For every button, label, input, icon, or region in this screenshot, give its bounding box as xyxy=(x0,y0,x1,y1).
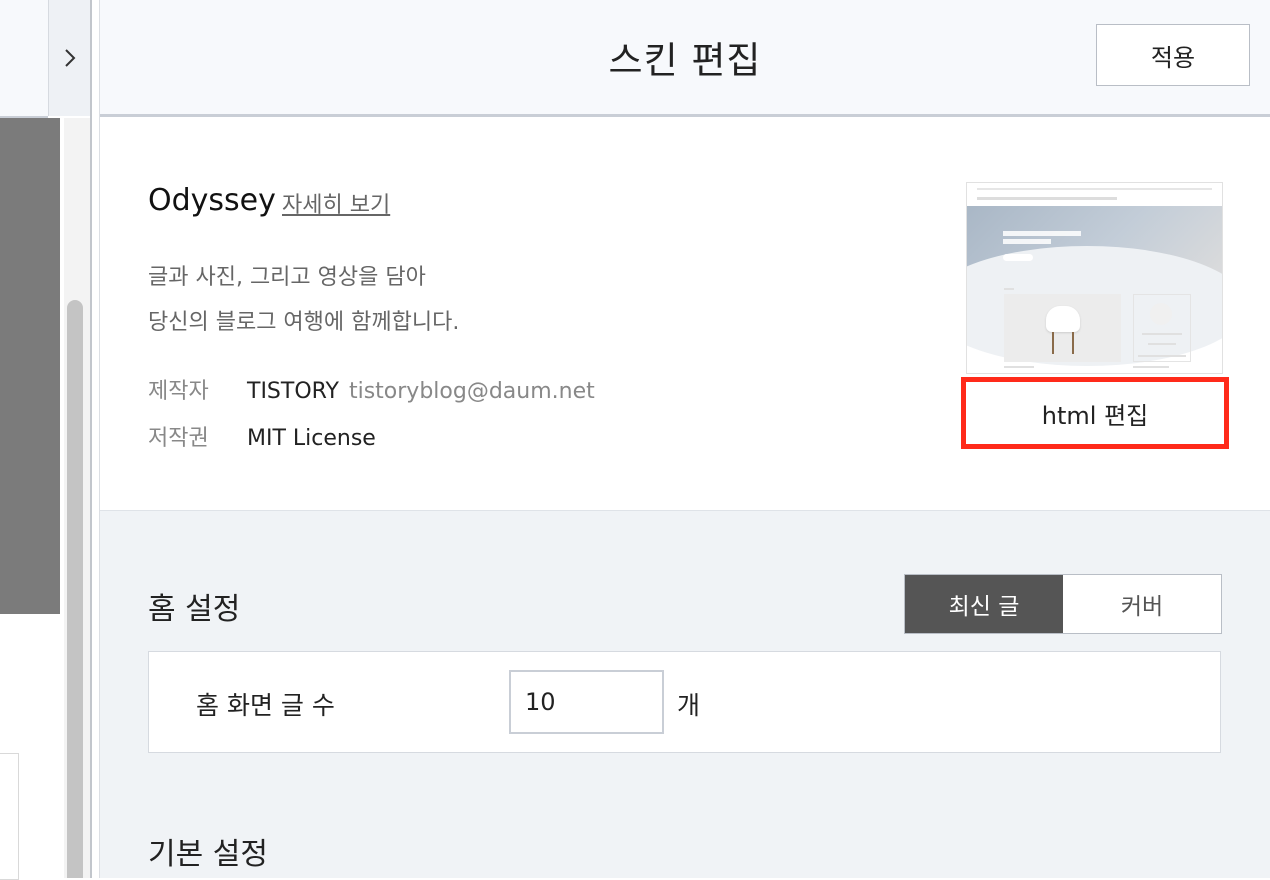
preview-header xyxy=(0,0,48,118)
skin-thumbnail xyxy=(966,182,1223,374)
license-value: MIT License xyxy=(247,426,376,451)
skin-info-section: Odyssey 자세히 보기 글과 사진, 그리고 영상을 담아 당신의 블로그… xyxy=(100,117,1270,511)
thumb-topbar xyxy=(977,188,1212,190)
thumb-line xyxy=(1133,366,1169,368)
license-label: 저작권 xyxy=(148,426,209,451)
thumb-line xyxy=(1004,366,1034,368)
preview-scrollbar-thumb[interactable] xyxy=(67,300,83,878)
author-name: TISTORY xyxy=(247,379,339,404)
thumb-chair-seat xyxy=(1046,306,1080,332)
author-label: 제작자 xyxy=(148,379,209,404)
html-edit-button[interactable]: html 편집 xyxy=(961,377,1229,449)
thumb-hero-text xyxy=(1003,239,1051,244)
thumb-nav xyxy=(977,197,1117,200)
sidebar-toggle-button[interactable] xyxy=(48,0,91,116)
thumb-hero-button xyxy=(1003,254,1033,261)
skin-description-line: 글과 사진, 그리고 영상을 담아 xyxy=(148,265,426,290)
basic-settings-title: 기본 설정 xyxy=(148,837,268,872)
post-count-unit: 개 xyxy=(677,691,701,720)
toggle-option-latest[interactable]: 최신 글 xyxy=(905,575,1063,633)
thumb-line xyxy=(1138,355,1186,357)
thumb-line xyxy=(1148,343,1176,345)
skin-description-line: 당신의 블로그 여행에 함께합니다. xyxy=(148,310,460,335)
thumb-line xyxy=(1004,288,1014,290)
settings-section: 홈 설정 최신 글 커버 홈 화면 글 수 개 기본 설정 xyxy=(100,511,1270,878)
post-count-label: 홈 화면 글 수 xyxy=(196,691,335,720)
thumb-side-card xyxy=(1133,294,1191,362)
thumb-hero-text xyxy=(1003,231,1081,236)
preview-content-block xyxy=(0,118,60,614)
thumb-side-image xyxy=(1150,303,1172,325)
apply-button[interactable]: 적용 xyxy=(1096,24,1250,86)
thumb-chair-leg xyxy=(1072,332,1074,354)
chevron-right-icon xyxy=(65,49,76,67)
skin-edit-panel: 스킨 편집 적용 Odyssey 자세히 보기 글과 사진, 그리고 영상을 담… xyxy=(100,0,1270,878)
thumb-chair-image xyxy=(1004,294,1121,362)
home-post-count-row: 홈 화면 글 수 개 xyxy=(148,651,1221,753)
panel-header: 스킨 편집 적용 xyxy=(100,0,1270,117)
skin-detail-link[interactable]: 자세히 보기 xyxy=(282,187,390,219)
author-email: tistoryblog@daum.net xyxy=(348,379,595,404)
home-type-toggle: 최신 글 커버 xyxy=(904,574,1222,634)
page-title: 스킨 편집 xyxy=(608,39,762,82)
preview-card xyxy=(0,753,19,880)
pane-divider[interactable] xyxy=(90,0,100,878)
post-count-input[interactable] xyxy=(509,670,664,734)
thumb-line xyxy=(1142,333,1182,335)
toggle-option-cover[interactable]: 커버 xyxy=(1063,575,1221,633)
author-row: 제작자 TISTORY tistoryblog@daum.net xyxy=(148,373,595,405)
skin-name: Odyssey xyxy=(148,183,276,218)
thumb-chair-leg xyxy=(1052,332,1054,354)
license-row: 저작권 MIT License xyxy=(148,420,376,452)
thumb-hero xyxy=(967,206,1222,366)
home-settings-title: 홈 설정 xyxy=(148,592,241,627)
preview-pane xyxy=(0,0,92,880)
skin-description: 글과 사진, 그리고 영상을 담아 당신의 블로그 여행에 함께합니다. xyxy=(148,255,459,345)
